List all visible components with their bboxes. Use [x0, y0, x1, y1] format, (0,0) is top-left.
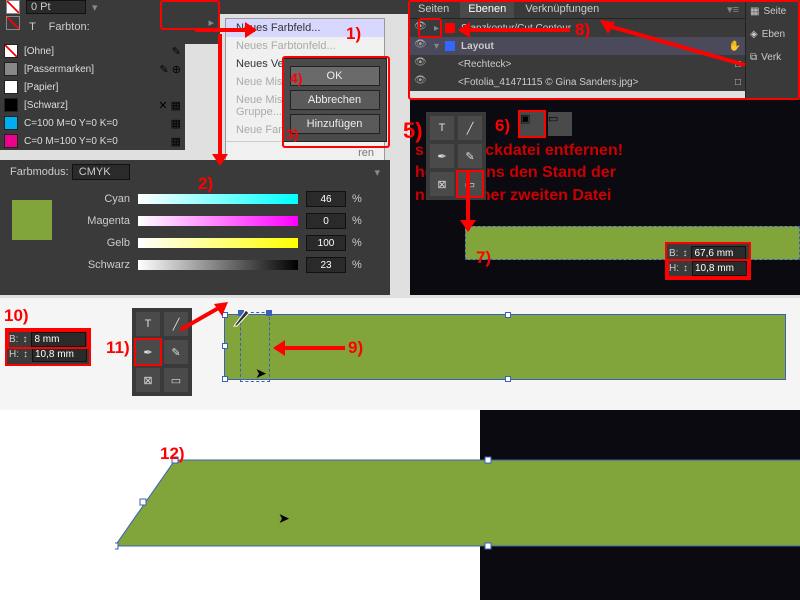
width-field[interactable] [31, 332, 86, 347]
annotation-label: 12) [160, 444, 185, 464]
swatch-name: [Schwarz] [24, 100, 152, 111]
preview-swatch [12, 200, 52, 240]
slider-magenta[interactable]: Magenta % [70, 210, 380, 232]
pen-tool-icon[interactable]: ✒ [430, 144, 454, 168]
slider-track[interactable] [138, 260, 298, 270]
frame-tool-icon[interactable]: ⊠ [430, 172, 454, 196]
no-fill-icon [6, 16, 20, 30]
registration-swatch-icon [4, 62, 18, 76]
rectangle-tool-icon[interactable]: ▭ [164, 368, 188, 392]
annotation-label: 2) [198, 174, 213, 194]
swatch-row[interactable]: [Schwarz] ✕ ▦ [0, 96, 185, 114]
swatch-name: [Papier] [24, 82, 181, 93]
annotation-label: 6) [495, 116, 510, 136]
swatch-row[interactable]: [Ohne] ✎ [0, 42, 185, 60]
swatches-panel: [Ohne] ✎ [Passermarken] ✎ ⊕ [Papier] [Sc… [0, 42, 185, 150]
pencil-icon: ✎ [172, 45, 181, 58]
swatch-name: [Passermarken] [24, 64, 154, 75]
tool-cluster-frame: ▣ ▭ [520, 112, 572, 136]
dimension-readout-mid: B:↕ H:↕ [5, 328, 91, 366]
percent-label: % [352, 215, 362, 227]
annotation-label: 11) [106, 338, 130, 358]
no-fill-icon [6, 0, 20, 14]
annotation-label: 9) [348, 338, 363, 358]
type-tool-icon[interactable]: T [430, 116, 454, 140]
swatch-name: C=0 M=100 Y=0 K=0 [24, 136, 165, 147]
annotation-arrow [195, 28, 255, 32]
annotation-arrow [275, 346, 345, 350]
annotation-arrow [600, 20, 750, 70]
annotation-label: 5) [403, 118, 423, 144]
width-field[interactable] [691, 246, 746, 261]
black-swatch-icon [4, 98, 18, 112]
height-field[interactable] [32, 347, 87, 362]
cursor-icon: ➤ [278, 510, 290, 527]
slider-track[interactable] [138, 216, 298, 226]
colormode-label: Farbmodus: [10, 166, 69, 178]
swatch-row[interactable]: C=0 M=100 Y=0 K=0 ▦ [0, 132, 185, 150]
slider-value-input[interactable] [306, 235, 346, 251]
frame-button-alt[interactable]: ▭ [548, 112, 572, 136]
pencil-tool-icon[interactable]: ✎ [458, 144, 482, 168]
colormode-select[interactable]: CMYK [72, 164, 130, 180]
frame-tool-icon[interactable]: ⊠ [136, 368, 160, 392]
annotation-arrow [218, 34, 222, 164]
paper-swatch-icon [4, 80, 18, 94]
slider-yellow[interactable]: Gelb % [70, 232, 380, 254]
annotation-arrow [466, 170, 470, 230]
frame-button[interactable]: ▣ [520, 112, 544, 136]
slider-label: Magenta [70, 215, 130, 227]
type-tool-icon[interactable]: T [136, 312, 160, 336]
pencil-tool-icon[interactable]: ✎ [164, 340, 188, 364]
dimension-readout-top: B:↕ H:↕ [665, 242, 751, 280]
swatch-name: [Ohne] [24, 46, 166, 57]
pen-cursor-icon [232, 308, 252, 328]
annotation-box [160, 0, 220, 30]
tool-cluster-top: T ╱ ✒ ✎ ⊠ ▭ [426, 112, 486, 200]
none-swatch-icon [4, 44, 18, 58]
annotation-label: 7) [476, 248, 491, 268]
slider-value-input[interactable] [306, 213, 346, 229]
swatch-row[interactable]: [Passermarken] ✎ ⊕ [0, 60, 185, 78]
annotation-label: 3) [286, 126, 298, 142]
slider-label: Gelb [70, 237, 130, 249]
percent-label: % [352, 237, 362, 249]
pen-tool-icon[interactable]: ✒ [136, 340, 160, 364]
slider-value-input[interactable] [306, 257, 346, 273]
farbton-label: Farbton: [49, 21, 90, 33]
swatch-row[interactable]: C=100 M=0 Y=0 K=0 ▦ [0, 114, 185, 132]
stroke-weight-field[interactable]: 0 Pt [26, 0, 86, 14]
slider-cyan[interactable]: Cyan % [70, 188, 380, 210]
annotation-label: 4) [290, 70, 302, 86]
annotation-label: 10) [4, 306, 29, 326]
magenta-swatch-icon [4, 134, 18, 148]
rectangle-tool-icon[interactable]: ▭ [458, 172, 482, 196]
slider-label: Cyan [70, 193, 130, 205]
swatch-name: C=100 M=0 Y=0 K=0 [24, 118, 165, 129]
slider-track[interactable] [138, 194, 298, 204]
slider-value-input[interactable] [306, 191, 346, 207]
line-tool-icon[interactable]: ╱ [458, 116, 482, 140]
slider-black[interactable]: Schwarz % [70, 254, 380, 276]
percent-label: % [352, 193, 362, 205]
height-field[interactable] [692, 261, 747, 276]
color-mode-panel: Farbmodus: CMYK ▾ Cyan % Magenta % Gelb … [0, 160, 390, 295]
annotation-arrow [180, 302, 230, 332]
slider-track[interactable] [138, 238, 298, 248]
percent-label: % [352, 259, 362, 271]
slider-label: Schwarz [70, 259, 130, 271]
cyan-swatch-icon [4, 116, 18, 130]
cursor-icon: ➤ [255, 365, 267, 382]
green-polygon-bottom[interactable] [115, 454, 800, 584]
swatch-row[interactable]: [Papier] [0, 78, 185, 96]
annotation-label: 1) [346, 24, 361, 44]
